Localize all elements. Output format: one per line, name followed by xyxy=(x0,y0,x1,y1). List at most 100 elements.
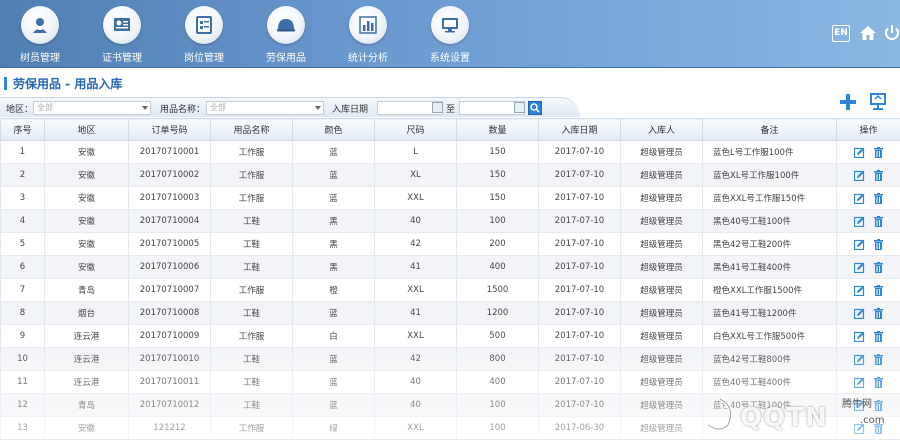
nav-label: 统计分析 xyxy=(328,49,408,64)
nav-item-statistics[interactable]: 统计分析 xyxy=(328,0,408,68)
nav-label: 证书管理 xyxy=(82,49,162,64)
edit-icon[interactable] xyxy=(854,239,865,250)
nav-item-positions[interactable]: 岗位管理 xyxy=(164,0,244,68)
delete-icon[interactable] xyxy=(873,308,884,319)
calendar-icon[interactable] xyxy=(514,102,525,113)
delete-icon[interactable] xyxy=(873,331,884,342)
delete-icon[interactable] xyxy=(873,354,884,365)
table-cell: 8 xyxy=(1,302,45,325)
delete-icon[interactable] xyxy=(873,147,884,158)
home-icon[interactable] xyxy=(859,24,877,42)
table-row[interactable]: 3安徽20170710003工作服蓝XXL1502017-07-10超级管理员蓝… xyxy=(1,187,900,210)
table-cell: 10 xyxy=(1,348,45,371)
table-cell: 工鞋 xyxy=(211,394,293,417)
edit-icon[interactable] xyxy=(854,331,865,342)
table-row[interactable]: 5安徽20170710005工鞋黑422002017-07-10超级管理员黑色4… xyxy=(1,233,900,256)
table-cell: 2017-07-10 xyxy=(539,233,621,256)
nav-label: 树员管理 xyxy=(0,49,80,64)
table-cell: 黑 xyxy=(293,233,375,256)
table-row[interactable]: 7青岛20170710007工作服橙XXL15002017-07-10超级管理员… xyxy=(1,279,900,302)
table-row[interactable]: 1安徽20170710001工作服蓝L1502017-07-10超级管理员蓝色L… xyxy=(1,141,900,164)
table-cell: 6 xyxy=(1,256,45,279)
edit-icon[interactable] xyxy=(854,193,865,204)
edit-icon[interactable] xyxy=(854,147,865,158)
edit-icon[interactable] xyxy=(854,400,865,411)
chevron-down-icon xyxy=(142,106,148,110)
row-actions xyxy=(837,348,900,371)
search-button[interactable] xyxy=(528,101,542,115)
certificate-icon xyxy=(112,15,132,35)
table-cell: 青岛 xyxy=(45,394,129,417)
edit-icon[interactable] xyxy=(854,216,865,227)
table-cell: 黑色42号工鞋200件 xyxy=(703,233,837,256)
table-row[interactable]: 9连云港20170710009工作服白XXL5002017-07-10超级管理员… xyxy=(1,325,900,348)
delete-icon[interactable] xyxy=(873,216,884,227)
table-row[interactable]: 4安徽20170710004工鞋黑401002017-07-10超级管理员黑色4… xyxy=(1,210,900,233)
nav-item-labor-supplies[interactable]: 劳保用品 xyxy=(246,0,326,68)
table-cell: 超级管理员 xyxy=(621,302,703,325)
table-cell: 白色XXL号工作服500件 xyxy=(703,325,837,348)
delete-icon[interactable] xyxy=(873,423,884,434)
table-cell: 黑色40号工鞋100件 xyxy=(703,210,837,233)
table-cell: 安徽 xyxy=(45,210,129,233)
table-cell: 黑色41号工鞋400件 xyxy=(703,256,837,279)
table-row[interactable]: 6安徽20170710006工鞋黑414002017-07-10超级管理员黑色4… xyxy=(1,256,900,279)
column-header: 颜色 xyxy=(293,119,375,141)
table-cell: 工作服 xyxy=(211,164,293,187)
delete-icon[interactable] xyxy=(873,170,884,181)
table-cell: 工作服 xyxy=(211,279,293,302)
table-row[interactable]: 10连云港20170710010工鞋蓝428002017-07-10超级管理员蓝… xyxy=(1,348,900,371)
table-cell: 3 xyxy=(1,187,45,210)
delete-icon[interactable] xyxy=(873,400,884,411)
delete-icon[interactable] xyxy=(873,262,884,273)
edit-icon[interactable] xyxy=(854,377,865,388)
area-select[interactable]: 全部 xyxy=(33,101,151,115)
table-cell: 蓝色XL号工作服100件 xyxy=(703,164,837,187)
table-cell: 超级管理员 xyxy=(621,417,703,440)
table-row[interactable]: 11连云港20170710011工鞋蓝404002017-07-10超级管理员蓝… xyxy=(1,371,900,394)
row-actions xyxy=(837,210,900,233)
table-cell: 蓝色40号工鞋400件 xyxy=(703,371,837,394)
edit-icon[interactable] xyxy=(854,308,865,319)
table-cell: 安徽 xyxy=(45,256,129,279)
delete-icon[interactable] xyxy=(873,377,884,388)
table-cell: 超级管理员 xyxy=(621,210,703,233)
delete-icon[interactable] xyxy=(873,193,884,204)
delete-icon[interactable] xyxy=(873,285,884,296)
edit-icon[interactable] xyxy=(854,285,865,296)
table-cell: 20170710010 xyxy=(129,348,211,371)
power-icon[interactable] xyxy=(883,24,900,42)
table-cell: 超级管理员 xyxy=(621,256,703,279)
language-switch-button[interactable]: EN xyxy=(832,25,850,42)
table-row[interactable]: 12青岛20170710012工鞋蓝401002017-07-10超级管理员蓝色… xyxy=(1,394,900,417)
delete-icon[interactable] xyxy=(873,239,884,250)
table-row[interactable]: 13安徽121212工作服绿XXL1002017-06-30超级管理员 xyxy=(1,417,900,440)
edit-icon[interactable] xyxy=(854,423,865,434)
edit-icon[interactable] xyxy=(854,170,865,181)
column-header: 尺码 xyxy=(375,119,457,141)
table-cell: 工作服 xyxy=(211,417,293,440)
edit-icon[interactable] xyxy=(854,354,865,365)
item-name-select[interactable]: 全部 xyxy=(206,101,324,115)
nav-item-staff[interactable]: 树员管理 xyxy=(0,0,80,68)
column-header: 入库人 xyxy=(621,119,703,141)
table-cell: 蓝 xyxy=(293,348,375,371)
table-row[interactable]: 2安徽20170710002工作服蓝XL1502017-07-10超级管理员蓝色… xyxy=(1,164,900,187)
export-button[interactable] xyxy=(868,92,888,112)
table-cell: 安徽 xyxy=(45,233,129,256)
table-cell: 1 xyxy=(1,141,45,164)
table-cell: 连云港 xyxy=(45,348,129,371)
nav-label: 系统设置 xyxy=(410,49,490,64)
nav-item-certificates[interactable]: 证书管理 xyxy=(82,0,162,68)
table-row[interactable]: 8烟台20170710008工鞋蓝4112002017-07-10超级管理员蓝色… xyxy=(1,302,900,325)
table-cell: 连云港 xyxy=(45,325,129,348)
table-cell: 绿 xyxy=(293,417,375,440)
table-cell: 2017-06-30 xyxy=(539,417,621,440)
edit-icon[interactable] xyxy=(854,262,865,273)
nav-item-settings[interactable]: 系统设置 xyxy=(410,0,490,68)
table-cell: 超级管理员 xyxy=(621,394,703,417)
table-cell: 蓝 xyxy=(293,164,375,187)
add-button[interactable] xyxy=(838,92,858,112)
calendar-icon[interactable] xyxy=(432,102,443,113)
column-header: 订单号码 xyxy=(129,119,211,141)
